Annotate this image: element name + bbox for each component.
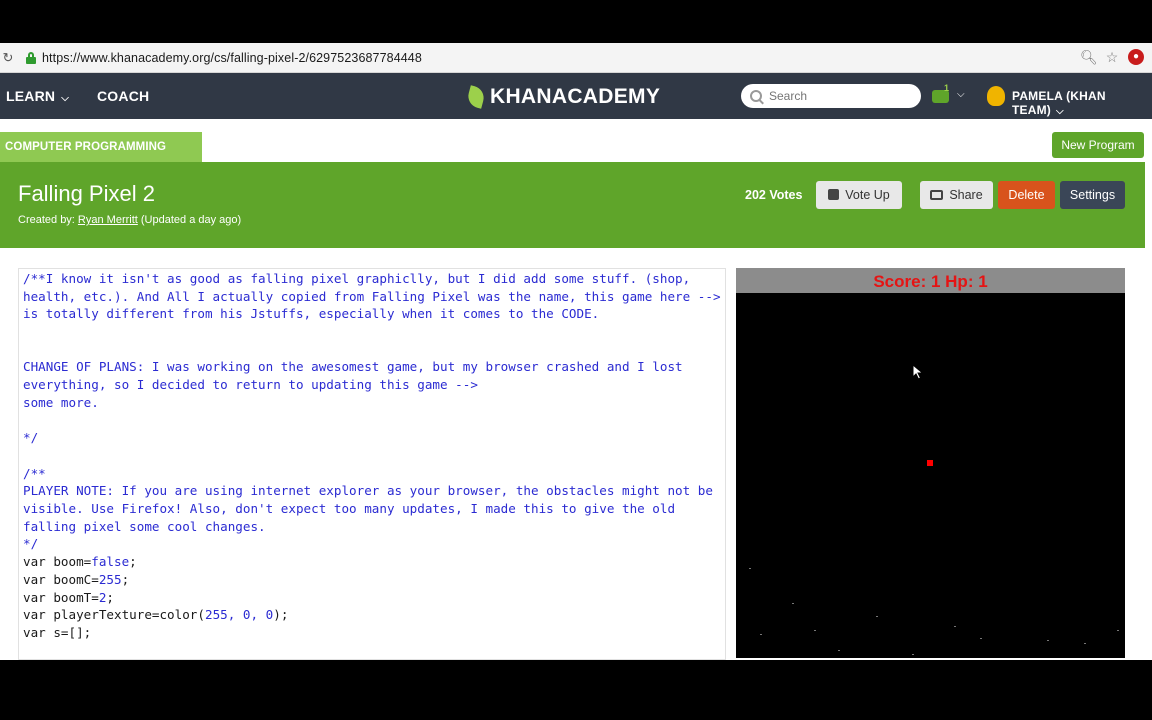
code-value: 255 bbox=[98, 571, 122, 587]
share-icon bbox=[930, 190, 944, 200]
code-statement-line: var boomT=2; bbox=[23, 589, 725, 607]
score-display: Score: 1 Hp: 1 bbox=[736, 268, 1125, 293]
settings-button[interactable]: Settings bbox=[1060, 181, 1125, 209]
author-link[interactable]: Ryan Merritt bbox=[78, 214, 138, 226]
lock-icon bbox=[26, 51, 36, 64]
code-statement-line: var s=[]; bbox=[23, 624, 725, 642]
chevron-down-icon: ⌵ bbox=[1056, 106, 1064, 117]
reload-icon[interactable]: ↻ bbox=[0, 50, 16, 66]
code-statement-line: var boom=false; bbox=[23, 553, 725, 571]
obstacle-dot bbox=[876, 616, 878, 617]
chevron-down-icon: ⌵ bbox=[61, 93, 70, 104]
code-terminator: ; bbox=[129, 554, 137, 570]
code-statement: var boom= bbox=[23, 554, 92, 570]
thumbs-up-icon bbox=[828, 189, 840, 200]
zoom-icon[interactable]: 🔍︎ bbox=[1080, 49, 1098, 65]
code-statement-line: var boomC=255; bbox=[23, 571, 725, 589]
code-value: false bbox=[91, 554, 130, 570]
search-icon bbox=[750, 90, 762, 102]
search-input[interactable] bbox=[769, 89, 909, 103]
code-comment-line: is totally different from his Jstuffs, e… bbox=[23, 306, 600, 322]
obstacle-dot bbox=[760, 634, 762, 635]
code-statement: var boomC= bbox=[23, 571, 99, 587]
code-comment-line bbox=[23, 323, 725, 341]
share-label: Share bbox=[949, 188, 983, 202]
learn-label: LEARN bbox=[6, 88, 56, 104]
program-title: Falling Pixel 2 bbox=[18, 181, 155, 206]
obstacle-dot bbox=[912, 654, 914, 655]
browser-window: ↻ https://www.khanacademy.org/cs/falling… bbox=[0, 43, 1152, 660]
share-button[interactable]: Share bbox=[920, 181, 993, 209]
site-logo[interactable]: KHANACADEMY bbox=[465, 85, 661, 109]
avatar[interactable] bbox=[987, 86, 1005, 106]
computer-programming-tab[interactable]: COMPUTER PROGRAMMING bbox=[0, 132, 202, 162]
address-bar-actions: 🔍︎ ☆ ● bbox=[1080, 49, 1144, 65]
obstacle-dot bbox=[1117, 630, 1119, 631]
code-comment-line bbox=[23, 447, 725, 465]
code-comment-line: some more. bbox=[23, 394, 99, 410]
screen: ↻ https://www.khanacademy.org/cs/falling… bbox=[0, 0, 1152, 720]
new-program-button[interactable]: New Program bbox=[1052, 132, 1144, 158]
notification-count: 1 bbox=[944, 83, 950, 93]
obstacle-dot bbox=[1084, 643, 1086, 644]
mouse-cursor-icon bbox=[912, 364, 924, 380]
code-comment-line: CHANGE OF PLANS: I was working on the aw… bbox=[23, 359, 691, 393]
code-comment-line bbox=[23, 412, 725, 430]
player-pixel bbox=[927, 460, 933, 466]
code-text[interactable]: /**I know it isn't as good as falling pi… bbox=[23, 270, 725, 642]
address-bar[interactable]: ↻ https://www.khanacademy.org/cs/falling… bbox=[0, 43, 1152, 73]
code-terminator: ; bbox=[106, 589, 115, 605]
code-comment-line: /**I know it isn't as good as falling pi… bbox=[23, 271, 721, 304]
updated-text: (Updated a day ago) bbox=[137, 214, 242, 226]
obstacle-dot bbox=[1047, 640, 1049, 641]
obstacle-dot bbox=[838, 650, 840, 651]
site-header: LEARN ⌵ COACH KHANACADEMY 1 ⌵ PAMELA (KHA… bbox=[0, 73, 1152, 119]
subject-bar: COMPUTER PROGRAMMING New Program bbox=[0, 119, 1152, 162]
program-title-bar: Falling Pixel 2 Created by: Ryan Merritt… bbox=[0, 162, 1145, 248]
code-comment-line: PLAYER NOTE: If you are using internet e… bbox=[23, 483, 721, 534]
code-editor[interactable]: /**I know it isn't as good as falling pi… bbox=[18, 268, 726, 660]
vote-count: 202 Votes bbox=[745, 188, 803, 202]
created-prefix: Created by: bbox=[18, 214, 78, 226]
code-terminator: ); bbox=[273, 607, 289, 623]
code-statement: var playerTexture=color( bbox=[23, 607, 205, 623]
obstacle-dot bbox=[792, 603, 794, 604]
code-comment-line: */ bbox=[23, 430, 39, 446]
delete-button[interactable]: Delete bbox=[998, 181, 1055, 209]
learn-menu[interactable]: LEARN ⌵ bbox=[6, 88, 69, 104]
code-statement-line: var playerTexture=color(255, 0, 0); bbox=[23, 606, 725, 624]
code-value: 255, 0, 0 bbox=[204, 607, 274, 623]
obstacle-dot bbox=[814, 630, 816, 631]
vote-up-label: Vote Up bbox=[845, 188, 890, 202]
notifications-button[interactable]: 1 bbox=[932, 83, 952, 103]
leaf-logo-icon bbox=[465, 85, 487, 109]
program-canvas[interactable]: Score: 1 Hp: 1 bbox=[736, 268, 1125, 658]
coach-link[interactable]: COACH bbox=[97, 88, 149, 104]
code-comment-line: /** bbox=[23, 465, 46, 481]
obstacle-dot bbox=[954, 626, 956, 627]
code-statement: var s=[]; bbox=[23, 625, 92, 640]
bookmark-star-icon[interactable]: ☆ bbox=[1104, 49, 1120, 65]
code-terminator: ; bbox=[121, 571, 130, 587]
extension-icon[interactable]: ● bbox=[1128, 49, 1144, 65]
code-statement: var boomT= bbox=[23, 589, 99, 605]
obstacle-dot bbox=[980, 638, 982, 639]
chevron-down-icon[interactable]: ⌵ bbox=[957, 89, 965, 100]
vote-up-button[interactable]: Vote Up bbox=[816, 181, 902, 209]
created-by: Created by: Ryan Merritt (Updated a day … bbox=[18, 214, 241, 226]
logo-text: KHANACADEMY bbox=[490, 85, 661, 108]
obstacle-dot bbox=[749, 568, 751, 569]
url-text[interactable]: https://www.khanacademy.org/cs/falling-p… bbox=[42, 51, 422, 65]
code-comment-line: */ bbox=[23, 536, 39, 552]
user-menu[interactable]: PAMELA (KHAN TEAM) ⌵ bbox=[1012, 89, 1152, 117]
search-box[interactable] bbox=[741, 84, 921, 108]
code-comment-line bbox=[23, 341, 725, 359]
